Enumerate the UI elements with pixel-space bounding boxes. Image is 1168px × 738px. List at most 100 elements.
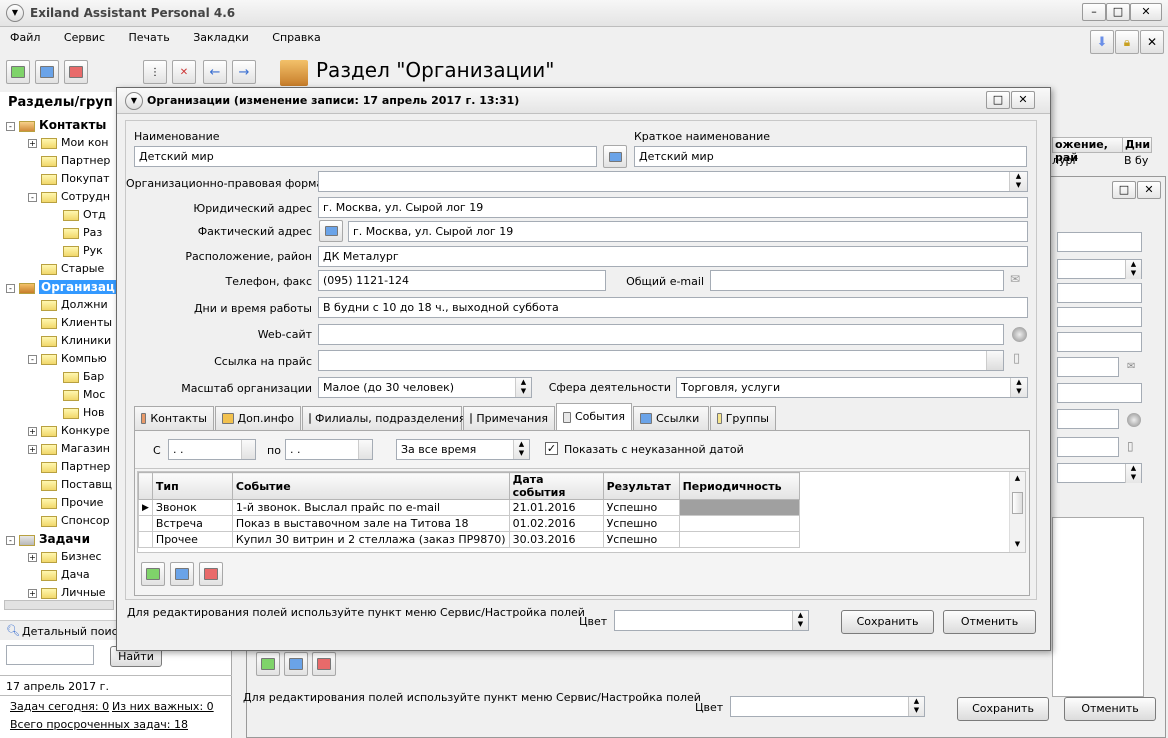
bg-color-combo[interactable]: ▲ ▼ <box>730 696 925 717</box>
search-input[interactable] <box>6 645 94 665</box>
working-hours-field[interactable]: В будни с 10 до 18 ч., выходной суббота <box>318 297 1028 318</box>
short-name-field[interactable]: Детский мир <box>634 146 1027 167</box>
minimize-button[interactable]: – <box>1082 3 1106 21</box>
location-field[interactable]: ДК Металург <box>318 246 1028 267</box>
tab-1[interactable]: Контакты <box>134 406 214 430</box>
tab-5[interactable]: События <box>556 403 632 430</box>
actual-address-field[interactable]: г. Москва, ул. Сырой лог 19 <box>348 221 1028 242</box>
dialog-close-button[interactable]: ✕ <box>1011 91 1035 109</box>
tab-7[interactable]: Группы <box>710 406 776 430</box>
file-icon[interactable]: ▯ <box>1127 439 1134 453</box>
period-arrow[interactable]: ▲ ▼ <box>513 440 529 459</box>
legal-address-field[interactable]: г. Москва, ул. Сырой лог 19 <box>318 197 1028 218</box>
add-record-icon[interactable] <box>6 60 30 84</box>
collapse-icon[interactable]: - <box>28 354 37 364</box>
tab-3[interactable]: Филиалы, подразделения <box>302 406 465 430</box>
menu-print[interactable]: Печать <box>119 28 180 47</box>
edit-record-icon[interactable] <box>35 60 59 84</box>
arrow-left-icon[interactable]: ← <box>203 60 227 84</box>
bg-field[interactable] <box>1057 232 1142 252</box>
sphere-arrow[interactable]: ▲ ▼ <box>1010 378 1027 397</box>
name-field[interactable]: Детский мир <box>134 146 597 167</box>
to-date-picker[interactable] <box>358 440 372 459</box>
globe-icon[interactable] <box>1012 327 1027 342</box>
bg-combo[interactable]: ▲ ▼ <box>1057 259 1142 279</box>
column-header[interactable]: Периодичность <box>678 472 800 500</box>
website-field[interactable] <box>318 324 1004 345</box>
sidebar-hscrollbar[interactable] <box>4 600 114 610</box>
tasks-today-link[interactable]: Задач сегодня: 0 <box>10 700 109 713</box>
scroll-up-icon[interactable]: ▲ <box>1010 474 1025 482</box>
expand-icon[interactable]: + <box>28 588 37 598</box>
column-header[interactable]: Дата события <box>508 472 604 500</box>
save-button[interactable]: Сохранить <box>841 610 934 634</box>
tab-6[interactable]: Ссылки <box>633 406 709 430</box>
email-field[interactable] <box>710 270 1004 291</box>
from-date-picker[interactable] <box>241 440 255 459</box>
bg-add-event-icon[interactable] <box>256 652 280 676</box>
bg-save-button[interactable]: Сохранить <box>957 697 1049 721</box>
dialog-maximize-button[interactable]: □ <box>986 91 1010 109</box>
bg-close-button[interactable]: ✕ <box>1137 181 1161 199</box>
bg-field[interactable] <box>1057 409 1119 429</box>
table-row[interactable]: ▶ Звонок 1-й звонок. Выслал прайс по e-mai… <box>138 499 800 516</box>
scroll-thumb[interactable] <box>1012 492 1023 514</box>
bg-combo[interactable]: ▲ ▼ <box>1057 463 1142 483</box>
column-header[interactable]: Событие <box>231 472 510 500</box>
bg-field[interactable] <box>1057 357 1119 377</box>
arrow-right-icon[interactable]: → <box>232 60 256 84</box>
tab-2[interactable]: Доп.инфо <box>215 406 301 430</box>
legal-form-combo[interactable] <box>318 171 1028 192</box>
bg-field[interactable] <box>1057 307 1142 327</box>
bg-edit-event-icon[interactable] <box>284 652 308 676</box>
file-icon[interactable]: ▯ <box>1013 351 1020 366</box>
menu-help[interactable]: Справка <box>262 28 330 47</box>
legal-form-arrow[interactable]: ▲ ▼ <box>1009 172 1027 191</box>
maximize-button[interactable]: □ <box>1106 3 1130 21</box>
bg-maximize-button[interactable]: □ <box>1112 181 1136 199</box>
bg-field[interactable] <box>1057 332 1142 352</box>
delete-event-icon[interactable] <box>199 562 223 586</box>
close-button[interactable]: ✕ <box>1130 3 1162 21</box>
add-event-icon[interactable] <box>141 562 165 586</box>
tab-4[interactable]: Примечания <box>463 406 555 430</box>
scale-combo[interactable]: Малое (до 30 человек) <box>318 377 532 398</box>
bg-delete-event-icon[interactable] <box>312 652 336 676</box>
period-combo[interactable]: За все время <box>396 439 530 460</box>
scale-arrow[interactable]: ▲ ▼ <box>515 378 531 397</box>
bg-cancel-button[interactable]: Отменить <box>1064 697 1156 721</box>
column-header[interactable]: Результат <box>602 472 680 500</box>
expand-icon[interactable]: + <box>28 138 37 148</box>
copy-address-icon[interactable] <box>319 220 343 242</box>
menu-file[interactable]: Файл <box>0 28 50 47</box>
important-tasks-link[interactable]: Из них важных: 0 <box>112 700 214 713</box>
events-vscrollbar[interactable]: ▲ ▼ <box>1009 472 1025 552</box>
collapse-icon[interactable]: - <box>6 535 15 545</box>
tree-delete-icon[interactable]: ✕ <box>172 60 196 84</box>
phone-field[interactable]: (095) 1121-124 <box>318 270 606 291</box>
bg-field[interactable] <box>1057 437 1119 457</box>
download-icon[interactable]: ⬇ <box>1090 30 1114 54</box>
envelope-icon[interactable]: ✉ <box>1127 361 1135 372</box>
show-undated-checkbox[interactable]: ✓ <box>545 442 558 455</box>
dialog-menu-icon[interactable]: ▼ <box>125 92 143 110</box>
tree-add-icon[interactable]: ⋮ <box>143 60 167 84</box>
copy-name-icon[interactable] <box>603 145 627 168</box>
table-row[interactable]: Встреча Показ в выставочном зале на Титов… <box>138 515 800 532</box>
overdue-tasks-link[interactable]: Всего просроченных задач: 18 <box>10 718 188 731</box>
menu-bookmarks[interactable]: Закладки <box>183 28 259 47</box>
bg-field[interactable] <box>1057 383 1142 403</box>
table-row[interactable]: Прочее Купил 30 витрин и 2 стеллажа (зака… <box>138 531 800 548</box>
collapse-icon[interactable]: - <box>28 192 37 202</box>
price-link-field[interactable] <box>318 350 1004 371</box>
expand-icon[interactable]: + <box>28 444 37 454</box>
collapse-icon[interactable]: - <box>6 283 15 293</box>
globe-icon[interactable] <box>1127 413 1141 427</box>
expand-icon[interactable]: + <box>28 552 37 562</box>
lock-icon[interactable]: 🔒︎ <box>1115 30 1139 54</box>
color-combo[interactable]: ▲ ▼ <box>614 610 809 631</box>
envelope-icon[interactable]: ✉ <box>1010 272 1020 286</box>
scroll-down-icon[interactable]: ▼ <box>1010 540 1025 548</box>
tools-icon[interactable]: ✕ <box>1140 30 1164 54</box>
column-header[interactable]: Тип <box>151 472 233 500</box>
